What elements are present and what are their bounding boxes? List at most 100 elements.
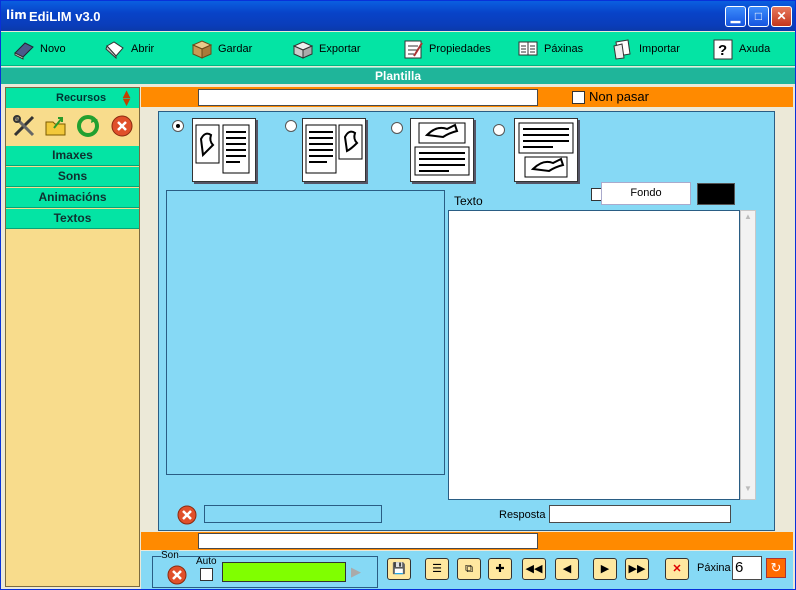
layout-radio-2[interactable]	[285, 120, 297, 132]
sidebar-item-imaxes[interactable]: Imaxes	[6, 146, 139, 166]
export-icon	[292, 38, 314, 60]
main-toolbar: Novo Abrir Gardar Exportar Propiedades P…	[1, 32, 795, 66]
sound-panel: Son Auto ▶	[152, 550, 378, 588]
app-logo-icon: lim	[6, 8, 27, 22]
toolbar-propiedades-button[interactable]: Propiedades	[402, 37, 491, 61]
scroll-up-icon[interactable]: ▲	[742, 212, 754, 226]
auto-checkbox[interactable]	[200, 568, 213, 581]
toolbar-label: Exportar	[319, 43, 361, 55]
text-area[interactable]	[448, 210, 740, 500]
toolbar-gardar-button[interactable]: Gardar	[191, 37, 252, 61]
layout-image-top-icon[interactable]	[410, 118, 474, 182]
texto-label: Texto	[454, 194, 483, 208]
title-bar[interactable]: lim EdiLIM v3.0 ▁ □ ✕	[1, 1, 795, 31]
clear-answer-icon[interactable]	[177, 505, 197, 525]
go-arrow-icon: ↻	[770, 560, 782, 575]
toolbar-paxinas-button[interactable]: Páxinas	[517, 37, 583, 61]
fondo-color-swatch[interactable]	[697, 183, 735, 205]
layout-image-left-icon[interactable]	[192, 118, 256, 182]
scroll-down-icon[interactable]: ▼	[742, 484, 754, 498]
page-list-button[interactable]: ☰	[425, 558, 449, 580]
layout-image-bottom-icon[interactable]	[514, 118, 578, 182]
non-pasar-label: Non pasar	[589, 89, 649, 104]
first-icon: ◀◀	[525, 563, 543, 575]
page-number-input[interactable]: 6	[732, 556, 762, 580]
toolbar-importar-button[interactable]: Importar	[612, 37, 680, 61]
close-button[interactable]: ✕	[771, 6, 792, 27]
son-label: Son	[161, 550, 179, 561]
play-icon[interactable]: ▶	[351, 564, 361, 580]
toolbar-label: Abrir	[131, 43, 155, 55]
window-title: EdiLIM v3.0	[29, 9, 101, 24]
sound-progress-bar	[222, 562, 346, 582]
new-page-icon: ✚	[495, 563, 505, 575]
open-folder-icon[interactable]	[44, 114, 68, 138]
page-title-input[interactable]	[198, 89, 538, 106]
toolbar-novo-button[interactable]: Novo	[13, 37, 66, 61]
toolbar-axuda-button[interactable]: ? Axuda	[712, 37, 770, 61]
delete-page-button[interactable]: ✕	[665, 558, 689, 580]
first-page-button[interactable]: ◀◀	[522, 558, 546, 580]
section-title: Plantilla	[1, 67, 795, 84]
go-page-button[interactable]: ↻	[766, 558, 786, 578]
auto-label: Auto	[196, 556, 217, 567]
next-icon: ▶	[600, 563, 610, 575]
svg-text:?: ?	[718, 42, 727, 59]
app-window: lim EdiLIM v3.0 ▁ □ ✕ Novo Abrir Gardar …	[0, 0, 796, 590]
duplicate-page-button[interactable]: ⧉	[457, 558, 481, 580]
delete-icon[interactable]	[110, 114, 134, 138]
new-page-button[interactable]: ✚	[488, 558, 512, 580]
save-page-button[interactable]: 💾	[387, 558, 411, 580]
toolbar-label: Axuda	[739, 43, 771, 55]
import-icon	[612, 38, 634, 60]
help-icon: ?	[712, 38, 734, 60]
text-scrollbar[interactable]: ▲ ▼	[740, 210, 756, 500]
toolbar-label: Páxinas	[544, 43, 584, 55]
non-pasar-checkbox[interactable]	[572, 91, 585, 104]
tools-icon[interactable]	[12, 114, 36, 138]
bottom-orange-bar	[141, 532, 793, 550]
fondo-button[interactable]: Fondo	[601, 182, 691, 205]
image-name-field[interactable]	[204, 505, 382, 523]
minimize-button[interactable]: ▁	[725, 6, 746, 27]
delete-x-icon: ✕	[672, 563, 682, 575]
resposta-input[interactable]	[549, 505, 731, 523]
toolbar-exportar-button[interactable]: Exportar	[292, 37, 361, 61]
last-page-button[interactable]: ▶▶	[625, 558, 649, 580]
recursos-label: Recursos	[56, 92, 107, 104]
prev-icon: ◀	[562, 563, 572, 575]
properties-icon	[402, 38, 424, 60]
toolbar-label: Novo	[40, 43, 66, 55]
refresh-icon[interactable]	[76, 114, 100, 138]
resource-tools	[6, 110, 139, 142]
layout-radio-1[interactable]	[172, 120, 184, 132]
toolbar-label: Propiedades	[429, 43, 491, 55]
next-page-button[interactable]: ▶	[593, 558, 617, 580]
top-orange-bar: Non pasar	[141, 87, 793, 107]
sidebar-item-sons[interactable]: Sons	[6, 167, 139, 187]
paxina-label: Páxina	[697, 562, 731, 574]
template-editor-panel: Texto Fondo ▲ ▼ Resposta	[158, 111, 775, 531]
resposta-label: Resposta	[499, 509, 546, 521]
floppy-icon: 💾	[392, 563, 406, 575]
layout-image-right-icon[interactable]	[302, 118, 366, 182]
pages-icon	[517, 38, 539, 60]
toolbar-label: Importar	[639, 43, 680, 55]
prev-page-button[interactable]: ◀	[555, 558, 579, 580]
maximize-button[interactable]: □	[748, 6, 769, 27]
copy-icon: ⧉	[465, 563, 473, 575]
bottom-text-field[interactable]	[198, 533, 538, 549]
image-area[interactable]	[166, 190, 445, 475]
book-icon	[13, 38, 35, 60]
sidebar-item-animacions[interactable]: Animacións	[6, 188, 139, 208]
resources-sidebar: Recursos ▲ ▼ Imaxes Sons Animacións Texto…	[5, 87, 140, 587]
toolbar-label: Gardar	[218, 43, 253, 55]
sidebar-item-textos[interactable]: Textos	[6, 209, 139, 229]
layout-radio-3[interactable]	[391, 122, 403, 134]
list-icon: ☰	[432, 563, 442, 575]
remove-sound-icon[interactable]	[167, 565, 187, 585]
last-icon: ▶▶	[628, 563, 646, 575]
layout-radio-4[interactable]	[493, 124, 505, 136]
recursos-header[interactable]: Recursos ▲ ▼	[6, 87, 139, 108]
toolbar-abrir-button[interactable]: Abrir	[104, 37, 154, 61]
